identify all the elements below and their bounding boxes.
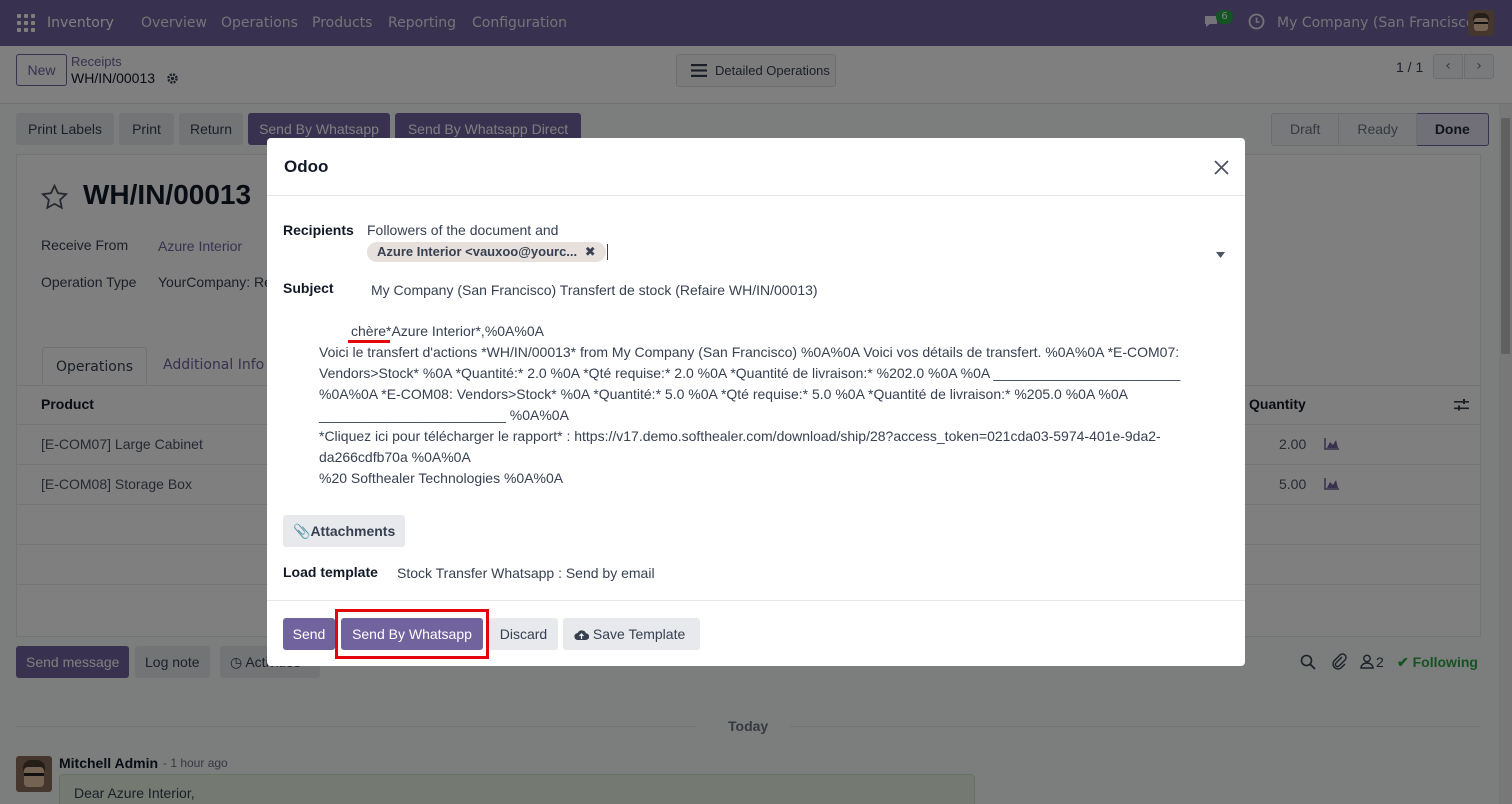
body-line: Vendors>Stock* %0A *Quantité:* 2.0 %0A *… xyxy=(319,365,1181,381)
compose-dialog: Odoo Recipients Followers of the documen… xyxy=(267,138,1245,666)
modal-footer: Send Send By Whatsapp Discard Save Templ… xyxy=(267,600,1245,666)
recipients-label: Recipients xyxy=(283,222,354,238)
load-template-field[interactable]: Stock Transfer Whatsapp : Send by email xyxy=(397,565,655,581)
recipients-input-cursor[interactable] xyxy=(607,244,608,260)
close-icon[interactable] xyxy=(1214,160,1229,175)
cloud-upload-icon xyxy=(574,630,590,641)
attachments-button[interactable]: 📎Attachments xyxy=(283,515,406,547)
send-by-whatsapp-button[interactable]: Send By Whatsapp xyxy=(341,618,483,650)
recipients-text: Followers of the document and xyxy=(367,222,559,238)
body-first-word: chère xyxy=(351,323,387,339)
discard-button[interactable]: Discard xyxy=(489,618,558,650)
body-line: *Cliquez ici pour télécharger le rapport… xyxy=(319,428,1161,444)
subject-label: Subject xyxy=(283,280,334,296)
modal-title: Odoo xyxy=(284,157,329,176)
attachments-label: Attachments xyxy=(310,523,396,539)
subject-field[interactable]: My Company (San Francisco) Transfert de … xyxy=(371,282,818,298)
body-line: Voici le transfert d'actions *WH/IN/0001… xyxy=(319,344,1180,360)
body-line: da266cdfb70a %0A%0A xyxy=(319,449,471,465)
recipient-tag[interactable]: Azure Interior <vauxoo@yourc... ✖ xyxy=(367,242,606,262)
body-first-line-rest: *Azure Interior*,%0A%0A xyxy=(386,323,544,339)
modal-header: Odoo xyxy=(267,138,1245,196)
body-line: %0A%0A *E-COM08: Vendors>Stock* %0A *Qua… xyxy=(319,386,1128,402)
recipient-tag-label: Azure Interior <vauxoo@yourc... xyxy=(377,244,578,259)
body-editor[interactable]: chère *Azure Interior*,%0A%0A Voici le t… xyxy=(267,314,1245,494)
remove-tag-icon[interactable]: ✖ xyxy=(585,244,596,259)
save-template-label: Save Template xyxy=(592,626,686,642)
paperclip-icon: 📎 xyxy=(293,523,311,539)
send-button[interactable]: Send xyxy=(283,618,335,650)
save-template-button[interactable]: Save Template xyxy=(563,618,700,650)
load-template-label: Load template xyxy=(283,564,378,580)
chevron-down-icon[interactable] xyxy=(1216,252,1225,258)
body-line: ________________________ %0A%0A xyxy=(319,407,569,423)
body-line: %20 Softhealer Technologies %0A%0A xyxy=(319,470,564,486)
spellcheck-underline xyxy=(348,340,390,343)
